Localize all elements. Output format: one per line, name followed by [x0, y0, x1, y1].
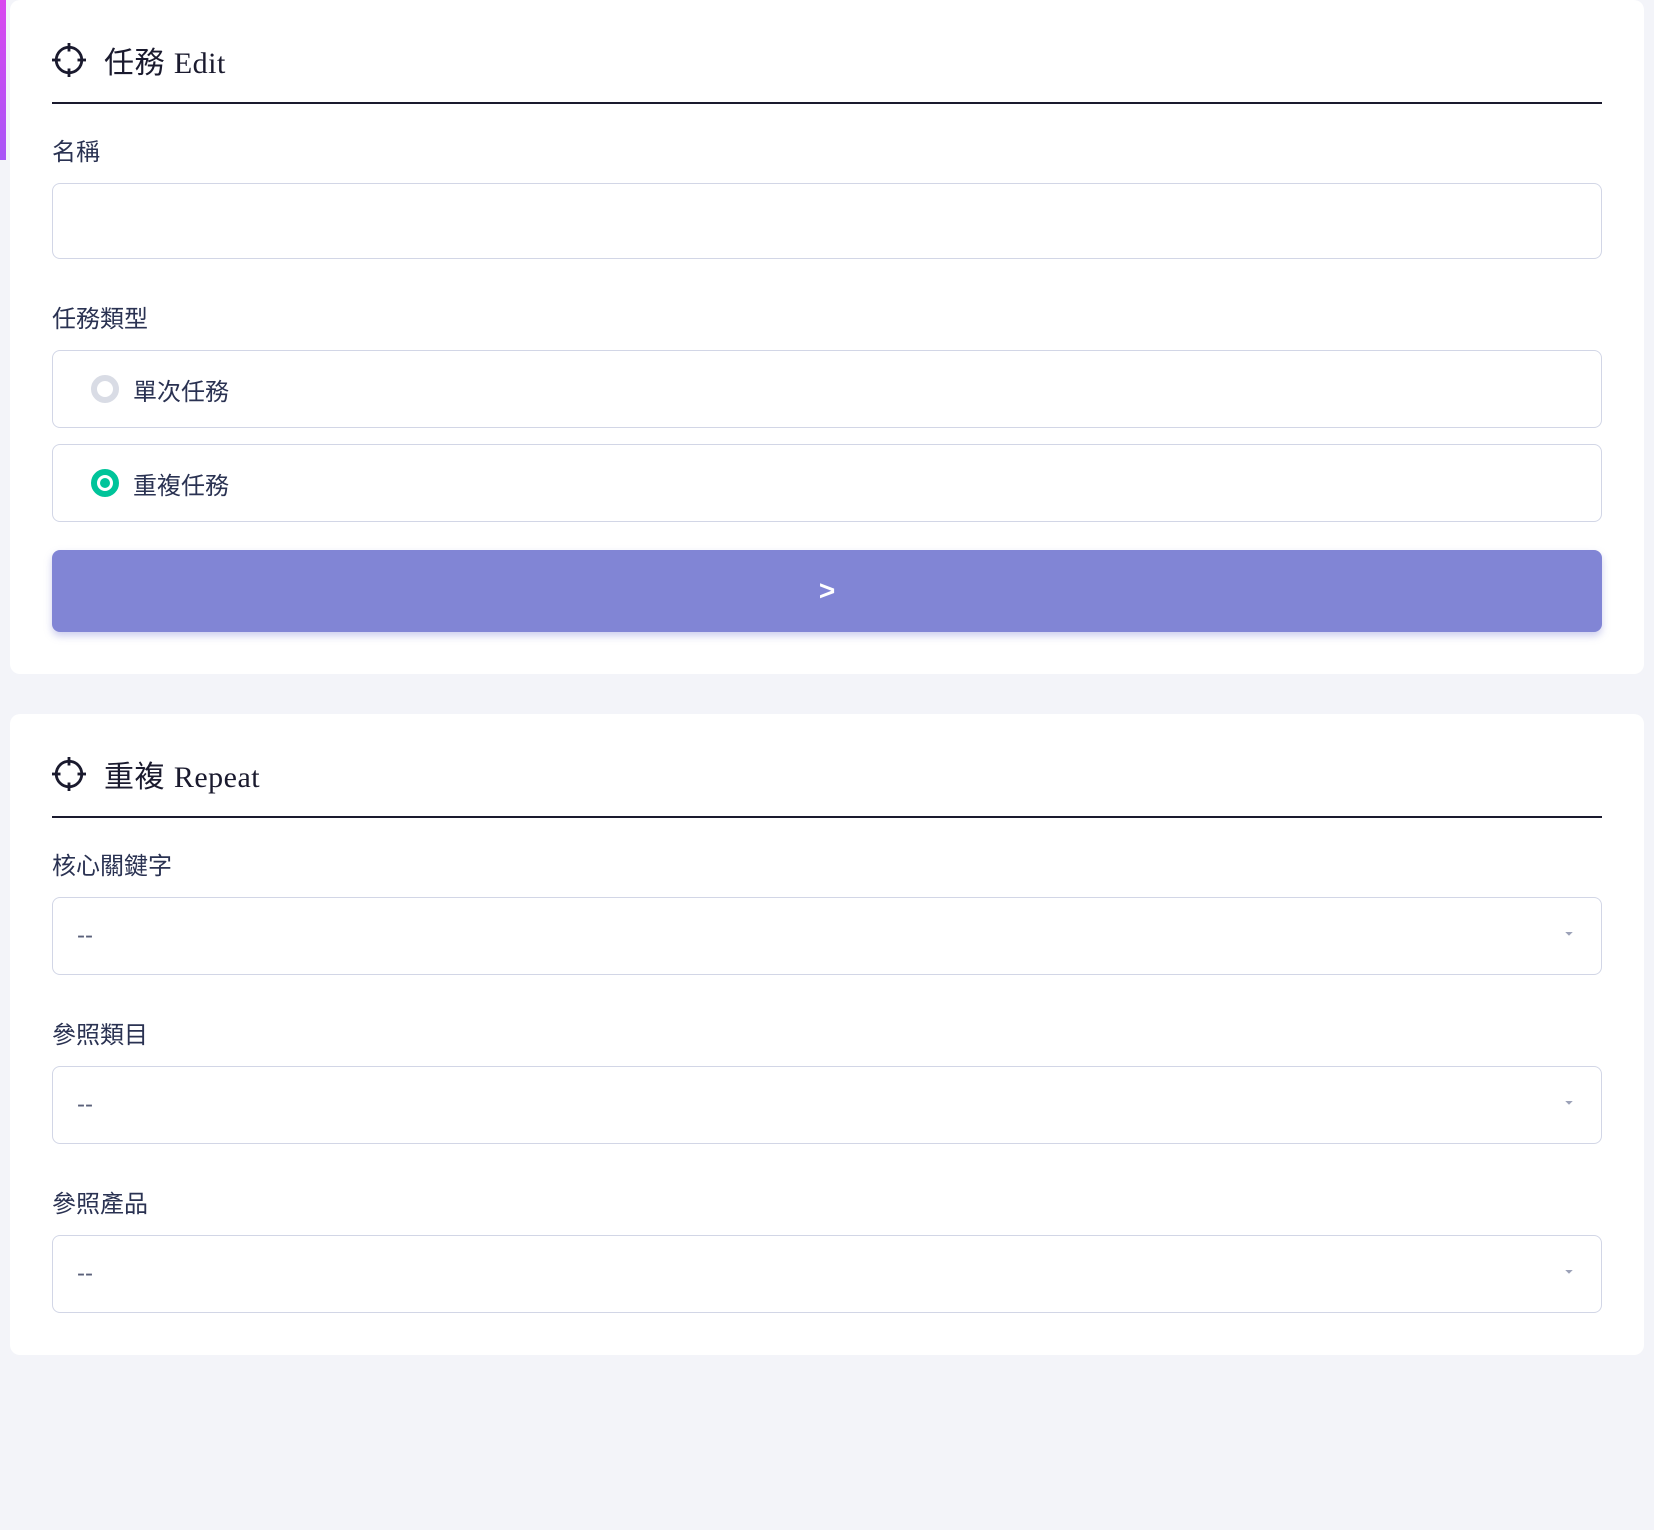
core-keyword-value: -- [77, 922, 93, 950]
crosshair-icon [52, 43, 86, 77]
ref-category-label: 參照類目 [52, 1015, 1602, 1050]
ref-category-value: -- [77, 1091, 93, 1119]
name-input[interactable] [52, 183, 1602, 259]
core-keyword-label: 核心關鍵字 [52, 846, 1602, 881]
edit-title-en: Edit [174, 47, 226, 80]
edit-card: 任務 Edit 名稱 任務類型 單次任務 重複任務 > [10, 0, 1644, 674]
name-label: 名稱 [52, 132, 1602, 167]
radio-selected-icon [91, 469, 119, 497]
core-keyword-select[interactable]: -- [52, 897, 1602, 975]
radio-single-label: 單次任務 [133, 372, 229, 407]
ref-category-field: 參照類目 -- [52, 1015, 1602, 1144]
edit-title-zh: 任務 [104, 47, 165, 80]
edit-card-header: 任務 Edit [52, 38, 1602, 104]
crosshair-icon [52, 757, 86, 791]
task-type-label: 任務類型 [52, 299, 1602, 334]
repeat-title-zh: 重複 [104, 761, 165, 794]
task-type-field: 任務類型 單次任務 重複任務 [52, 299, 1602, 522]
radio-unselected-icon [91, 375, 119, 403]
ref-product-value: -- [77, 1260, 93, 1288]
radio-repeat-label: 重複任務 [133, 466, 229, 501]
repeat-card-header: 重複 Repeat [52, 752, 1602, 818]
ref-category-select[interactable]: -- [52, 1066, 1602, 1144]
repeat-card-title: 重複 Repeat [104, 752, 260, 796]
next-button[interactable]: > [52, 550, 1602, 632]
accent-bar [0, 0, 6, 160]
ref-product-label: 參照產品 [52, 1184, 1602, 1219]
name-field: 名稱 [52, 132, 1602, 299]
repeat-title-en: Repeat [174, 761, 260, 794]
radio-single-task[interactable]: 單次任務 [52, 350, 1602, 428]
core-keyword-field: 核心關鍵字 -- [52, 846, 1602, 975]
radio-repeat-task[interactable]: 重複任務 [52, 444, 1602, 522]
edit-card-title: 任務 Edit [104, 38, 226, 82]
repeat-card: 重複 Repeat 核心關鍵字 -- 參照類目 -- [10, 714, 1644, 1355]
ref-product-field: 參照產品 -- [52, 1184, 1602, 1313]
ref-product-select[interactable]: -- [52, 1235, 1602, 1313]
